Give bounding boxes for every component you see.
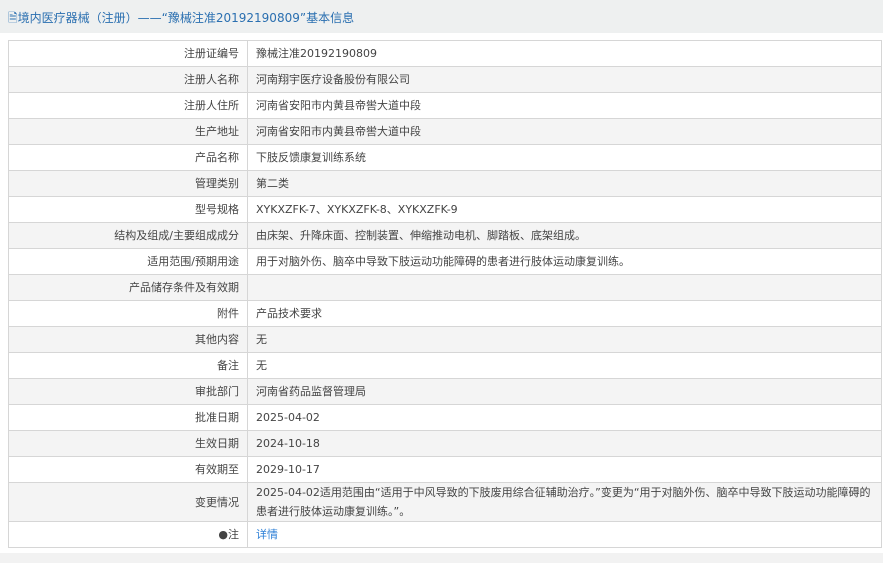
field-label: 注册人名称 bbox=[8, 66, 248, 93]
table-row: 变更情况 2025-04-02适用范围由“适用于中风导致的下肢废用综合征辅助治疗。… bbox=[8, 482, 882, 522]
table-row: 生效日期 2024-10-18 bbox=[8, 430, 882, 457]
field-label: 型号规格 bbox=[8, 196, 248, 223]
page-title: 🗎境内医疗器械（注册）——“豫械注准20192190809”基本信息 bbox=[8, 11, 355, 25]
table-row: 注册证编号 豫械注准20192190809 bbox=[8, 40, 882, 67]
field-label: 其他内容 bbox=[8, 326, 248, 353]
field-value: 河南翔宇医疗设备股份有限公司 bbox=[247, 66, 882, 93]
table-row: 产品储存条件及有效期 bbox=[8, 274, 882, 301]
field-label: 附件 bbox=[8, 300, 248, 327]
field-label: 结构及组成/主要组成成分 bbox=[8, 222, 248, 249]
field-label: 变更情况 bbox=[8, 482, 248, 522]
field-label: 生效日期 bbox=[8, 430, 248, 457]
table-row: 批准日期 2025-04-02 bbox=[8, 404, 882, 431]
field-value: 下肢反馈康复训练系统 bbox=[247, 144, 882, 171]
field-label: 有效期至 bbox=[8, 456, 248, 483]
table-row: 注册人名称 河南翔宇医疗设备股份有限公司 bbox=[8, 66, 882, 93]
field-value: 2024-10-18 bbox=[247, 430, 882, 457]
table-row: 其他内容无 bbox=[8, 326, 882, 353]
table-row: 附件 产品技术要求 bbox=[8, 300, 882, 327]
field-value: 2029-10-17 bbox=[247, 456, 882, 483]
table-row: 备注无 bbox=[8, 352, 882, 379]
field-value: 无 bbox=[247, 326, 882, 353]
info-table: 注册证编号 豫械注准20192190809 注册人名称 河南翔宇医疗设备股份有限公司注… bbox=[8, 40, 882, 548]
field-label: 注册人住所 bbox=[8, 92, 248, 119]
field-label: 生产地址 bbox=[8, 118, 248, 145]
field-label: 产品名称 bbox=[8, 144, 248, 171]
field-value: 豫械注准20192190809 bbox=[247, 40, 882, 67]
table-row: 结构及组成/主要组成成分 由床架、升降床面、控制装置、伸缩推动电机、脚踏板、底架组… bbox=[8, 222, 882, 249]
field-value bbox=[247, 274, 882, 301]
field-value: 河南省药品监督管理局 bbox=[247, 378, 882, 405]
table-row: 生产地址 河南省安阳市内黄县帝喾大道中段 bbox=[8, 118, 882, 145]
field-value: 河南省安阳市内黄县帝喾大道中段 bbox=[247, 92, 882, 119]
table-row: 注册人住所 河南省安阳市内黄县帝喾大道中段 bbox=[8, 92, 882, 119]
table-row: 有效期至 2029-10-17 bbox=[8, 456, 882, 483]
field-value: 用于对脑外伤、脑卒中导致下肢运动功能障碍的患者进行肢体运动康复训练。 bbox=[247, 248, 882, 275]
field-label: 适用范围/预期用途 bbox=[8, 248, 248, 275]
table-row: 产品名称 下肢反馈康复训练系统 bbox=[8, 144, 882, 171]
field-value: XYKXZFK-7、XYKXZFK-8、XYKXZFK-9 bbox=[247, 196, 882, 223]
field-label: 产品储存条件及有效期 bbox=[8, 274, 248, 301]
field-value: 2025-04-02 bbox=[247, 404, 882, 431]
note-label: ●注 bbox=[8, 521, 248, 548]
field-label: 注册证编号 bbox=[8, 40, 248, 67]
page-header: 🗎境内医疗器械（注册）——“豫械注准20192190809”基本信息 bbox=[0, 0, 883, 33]
field-value: 由床架、升降床面、控制装置、伸缩推动电机、脚踏板、底架组成。 bbox=[247, 222, 882, 249]
field-value: 产品技术要求 bbox=[247, 300, 882, 327]
field-value: 详情 bbox=[247, 521, 882, 548]
field-label: 管理类别 bbox=[8, 170, 248, 197]
field-value: 河南省安阳市内黄县帝喾大道中段 bbox=[247, 118, 882, 145]
field-value: 第二类 bbox=[247, 170, 882, 197]
table-row: 管理类别 第二类 bbox=[8, 170, 882, 197]
footer-bar bbox=[0, 553, 883, 563]
table-row: 审批部门 河南省药品监督管理局 bbox=[8, 378, 882, 405]
field-value: 无 bbox=[247, 352, 882, 379]
table-row: 适用范围/预期用途 用于对脑外伤、脑卒中导致下肢运动功能障碍的患者进行肢体运动康复… bbox=[8, 248, 882, 275]
details-link[interactable]: 详情 bbox=[256, 528, 278, 541]
field-label: 备注 bbox=[8, 352, 248, 379]
field-label: 审批部门 bbox=[8, 378, 248, 405]
table-row: 型号规格 XYKXZFK-7、XYKXZFK-8、XYKXZFK-9 bbox=[8, 196, 882, 223]
table-row: ●注 详情 bbox=[8, 521, 882, 548]
field-label: 批准日期 bbox=[8, 404, 248, 431]
field-value: 2025-04-02适用范围由“适用于中风导致的下肢废用综合征辅助治疗。”变更为… bbox=[247, 482, 882, 522]
